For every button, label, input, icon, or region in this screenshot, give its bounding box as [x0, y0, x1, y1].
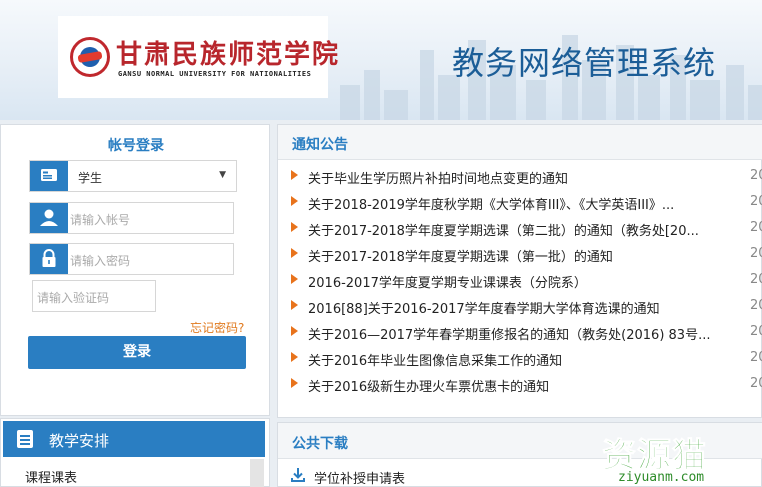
notice-date: 20	[750, 298, 762, 313]
notice-title[interactable]: 2016[88]关于2016-2017学年度春学期大学体育选课的通知	[308, 298, 728, 317]
notice-panel: 通知公告 关于毕业生学历照片补拍时间地点变更的通知 20 关于2018-2019…	[277, 124, 762, 418]
password-input[interactable]: 请输入密码	[29, 243, 234, 275]
dropdown-arrow-icon: ▼	[219, 170, 226, 180]
download-item[interactable]: 学位补授申请表	[278, 465, 578, 487]
university-logo: 甘肃民族师范学院 GANSU NORMAL UNIVERSITY FOR NAT…	[58, 16, 338, 98]
notice-item[interactable]: 关于毕业生学历照片补拍时间地点变更的通知 20	[278, 165, 762, 189]
course-schedule-link[interactable]: 课程课表	[25, 467, 77, 486]
notice-title[interactable]: 关于2016级新生办理火车票优惠卡的通知	[308, 376, 728, 395]
triangle-right-icon	[291, 248, 298, 258]
notice-date: 20	[750, 220, 762, 235]
role-select[interactable]: 学生 ▼	[29, 160, 237, 192]
notice-title[interactable]: 关于2017-2018学年度夏学期选课（第一批）的通知	[308, 246, 728, 265]
triangle-right-icon	[291, 300, 298, 310]
notice-title[interactable]: 关于毕业生学历照片补拍时间地点变更的通知	[308, 168, 728, 187]
triangle-right-icon	[291, 196, 298, 206]
notice-title[interactable]: 关于2016年毕业生图像信息采集工作的通知	[308, 350, 728, 369]
triangle-right-icon	[291, 170, 298, 180]
notice-title[interactable]: 2016-2017学年度夏学期专业课课表（分院系）	[308, 272, 728, 291]
login-button[interactable]: 登录	[28, 336, 246, 369]
notice-item[interactable]: 2016[88]关于2016-2017学年度春学期大学体育选课的通知 20	[278, 295, 762, 319]
logo-chinese-name: 甘肃民族师范学院	[116, 40, 341, 70]
notice-title[interactable]: 关于2017-2018学年度夏学期选课（第二批）的通知（教务处[20...	[308, 220, 728, 239]
notice-date: 20	[750, 168, 762, 183]
teaching-panel: 教学安排 课程课表	[0, 418, 270, 487]
document-list-icon	[17, 430, 33, 448]
notice-item[interactable]: 关于2018-2019学年度秋学期《大学体育III》、《大学英语III》... …	[278, 191, 762, 215]
university-emblem-icon	[70, 37, 110, 77]
download-panel-title: 公共下载	[292, 436, 348, 452]
notice-title[interactable]: 关于2018-2019学年度秋学期《大学体育III》、《大学英语III》...	[308, 194, 728, 213]
triangle-right-icon	[291, 222, 298, 232]
notice-date: 20	[750, 272, 762, 287]
account-input[interactable]: 请输入帐号	[29, 202, 234, 234]
id-card-icon	[30, 161, 68, 191]
login-panel: 帐号登录 学生 ▼ 请输入帐号 请输入密码 请输入验证码 忘记密码? 登录	[0, 124, 270, 416]
notice-item[interactable]: 关于2017-2018学年度夏学期选课（第二批）的通知（教务处[20... 20	[278, 217, 762, 241]
notice-date: 20	[750, 246, 762, 261]
captcha-placeholder: 请输入验证码	[37, 291, 110, 305]
notice-item[interactable]: 关于2017-2018学年度夏学期选课（第一批）的通知 20	[278, 243, 762, 267]
triangle-right-icon	[291, 352, 298, 362]
triangle-right-icon	[291, 274, 298, 284]
notice-item[interactable]: 关于2016年毕业生图像信息采集工作的通知 20	[278, 347, 762, 371]
download-title[interactable]: 学位补授申请表	[314, 468, 405, 487]
user-icon	[30, 203, 68, 233]
notice-title[interactable]: 关于2016—2017学年春学期重修报名的通知（教务处(2016) 83号...	[308, 324, 728, 343]
watermark-en: ziyuanm.com	[618, 470, 705, 485]
scrollbar[interactable]	[250, 459, 264, 487]
teaching-panel-header: 教学安排	[3, 421, 265, 457]
notice-panel-header: 通知公告	[278, 125, 762, 160]
forgot-password-link[interactable]: 忘记密码?	[190, 319, 244, 336]
login-title: 帐号登录	[108, 138, 164, 154]
notice-date: 20	[750, 350, 762, 365]
system-title: 教务网络管理系统	[452, 44, 717, 82]
notice-item[interactable]: 2016-2017学年度夏学期专业课课表（分院系） 20	[278, 269, 762, 293]
watermark: 资源猫 ziyuanm.com	[600, 428, 750, 487]
notice-date: 20	[750, 376, 762, 391]
notice-item[interactable]: 关于2016级新生办理火车票优惠卡的通知 20	[278, 373, 762, 397]
page-header: 甘肃民族师范学院 GANSU NORMAL UNIVERSITY FOR NAT…	[0, 0, 762, 120]
notice-date: 20	[750, 194, 762, 209]
lock-icon	[30, 244, 68, 274]
triangle-right-icon	[291, 378, 298, 388]
triangle-right-icon	[291, 326, 298, 336]
captcha-input[interactable]: 请输入验证码	[32, 280, 156, 312]
notice-item[interactable]: 关于2016—2017学年春学期重修报名的通知（教务处(2016) 83号...…	[278, 321, 762, 345]
logo-english-name: GANSU NORMAL UNIVERSITY FOR NATIONALITIE…	[118, 70, 312, 78]
teaching-panel-title: 教学安排	[49, 432, 110, 450]
notice-panel-title: 通知公告	[292, 137, 348, 153]
notice-date: 20	[750, 324, 762, 339]
download-icon	[291, 468, 305, 482]
account-placeholder: 请输入帐号	[70, 213, 131, 227]
role-select-value: 学生	[78, 171, 103, 185]
password-placeholder: 请输入密码	[70, 254, 131, 268]
